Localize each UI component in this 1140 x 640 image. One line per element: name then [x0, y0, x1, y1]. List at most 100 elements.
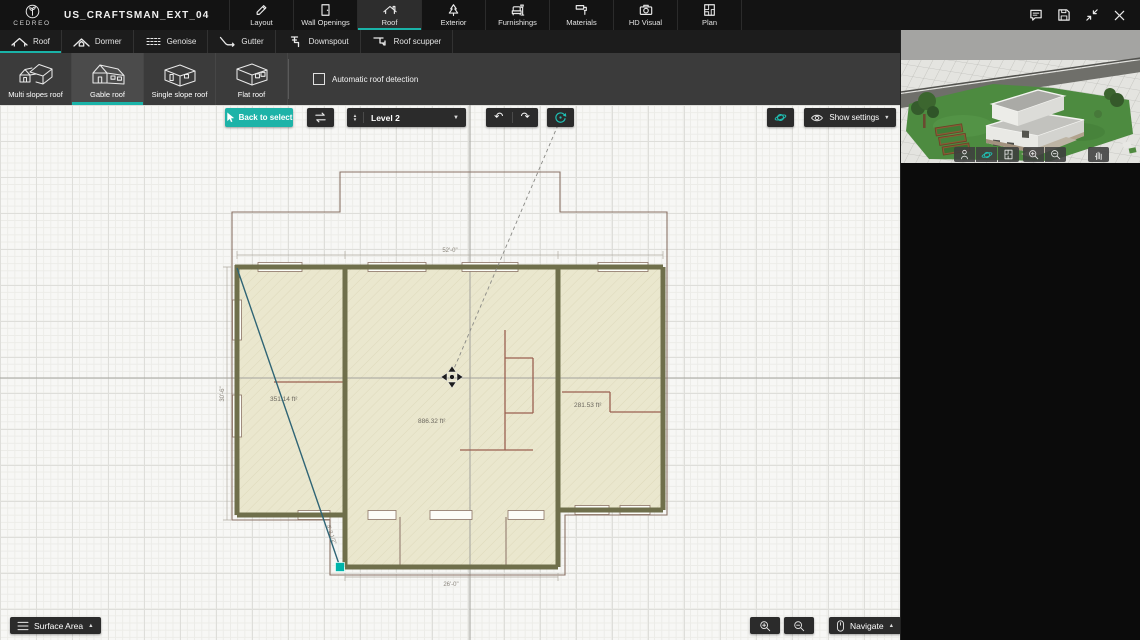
nav-tab-wall-openings[interactable]: Wall Openings — [293, 0, 357, 30]
preview-toolbar-zoom — [1023, 147, 1066, 162]
preview-toolbar-pan — [1088, 147, 1109, 162]
level-value: Level 2 — [371, 112, 400, 123]
collapse-icon — [1085, 9, 1098, 21]
zoom-out-icon — [794, 620, 805, 631]
room-fills — [237, 267, 663, 567]
dim-bottom: 26'-0" — [443, 582, 458, 588]
comment-button[interactable] — [1028, 8, 1043, 23]
preview-3d-scene — [901, 30, 1140, 163]
level-down-arrow[interactable]: ▼ — [353, 117, 357, 122]
cedreo-logo: CEDREO — [0, 0, 64, 30]
gutter-icon — [220, 36, 236, 47]
nav-tab-exterior[interactable]: Exterior — [421, 0, 485, 30]
room-area-left: 351.14 ft² — [270, 396, 298, 403]
save-icon — [1057, 9, 1070, 21]
list-icon — [17, 621, 29, 630]
nav-tab-plan[interactable]: Plan — [677, 0, 742, 30]
orbit-3d-icon — [774, 113, 787, 122]
compass-rotate-icon — [555, 112, 567, 123]
plan-view-button[interactable] — [998, 147, 1019, 162]
tool-tab-gutter[interactable]: Gutter — [208, 30, 276, 53]
dormer-icon — [73, 38, 90, 47]
chevron-down-icon: ▼ — [453, 114, 459, 121]
preview-zoom-out-button[interactable] — [1045, 147, 1066, 162]
gable-house-icon — [91, 63, 125, 85]
preview-zoom-in-button[interactable] — [1023, 147, 1044, 162]
zoom-out-button[interactable] — [784, 617, 814, 634]
right-panel — [900, 0, 1140, 640]
roof-scupper-icon — [372, 37, 386, 46]
orbit-view-icon — [981, 151, 992, 158]
roof-icon — [382, 5, 397, 15]
single-slope-house-icon — [163, 63, 196, 87]
sofa-icon — [511, 4, 524, 16]
tool-tab-roof[interactable]: Roof — [0, 30, 62, 53]
redo-button[interactable]: ↷ — [513, 108, 539, 127]
roof-tool-tabs: Roof Dormer Genoise Gutter Downspout Roo… — [0, 30, 900, 53]
surface-area-button[interactable]: Surface Area ▲ — [10, 617, 101, 634]
undo-button[interactable]: ↶ — [486, 108, 512, 127]
zoom-out-icon — [1051, 150, 1061, 160]
person-icon — [961, 149, 968, 160]
nav-tab-materials[interactable]: Materials — [549, 0, 613, 30]
preview-toolbar-view — [954, 147, 1019, 162]
room-area-right: 281.53 ft² — [574, 402, 602, 409]
tree-icon — [448, 4, 459, 17]
roof-type-flat[interactable]: Flat roof — [216, 53, 288, 105]
collapse-button[interactable] — [1084, 8, 1099, 23]
main-nav: Layout Wall Openings Roof Exterior Furni… — [229, 0, 742, 30]
show-settings-button[interactable]: Show settings ▼ — [804, 108, 896, 127]
hand-icon — [1094, 151, 1102, 160]
room-area-middle: 886.32 ft² — [418, 418, 446, 425]
tool-tab-roof-scupper[interactable]: Roof scupper — [361, 30, 454, 53]
rotate-north-button[interactable] — [547, 108, 574, 127]
comment-icon — [1029, 9, 1042, 21]
roof-edge-drag-handle[interactable] — [335, 562, 345, 572]
chevron-down-icon: ▼ — [884, 114, 890, 121]
dim-top: 52'-0" — [442, 248, 457, 254]
floor-plan-drawing: 52'-0" 30'-6" 26'-0" 5'-3 1/2" 351.14 ft… — [0, 105, 900, 640]
cedreo-leaf-icon — [25, 4, 39, 18]
roof-type-multi-slopes[interactable]: Multi slopes roof — [0, 53, 72, 105]
tool-tab-dormer[interactable]: Dormer — [62, 30, 134, 53]
close-button[interactable] — [1112, 8, 1127, 23]
zoom-in-button[interactable] — [750, 617, 780, 634]
orbit-view-button[interactable] — [976, 147, 997, 162]
swap-arrows-icon — [315, 112, 326, 123]
multi-slopes-house-icon — [18, 63, 53, 85]
automatic-roof-detection-toggle[interactable]: Automatic roof detection — [313, 53, 418, 105]
flat-house-icon — [235, 62, 268, 86]
level-selector[interactable]: ▲ ▼ Level 2 ▼ — [347, 108, 466, 127]
roof-type-gable[interactable]: Gable roof — [72, 53, 144, 105]
sync-3d-view-button[interactable] — [767, 108, 794, 127]
floor-plan-canvas[interactable]: 52'-0" 30'-6" 26'-0" 5'-3 1/2" 351.14 ft… — [0, 105, 900, 640]
zoom-in-icon — [1029, 150, 1039, 160]
navigate-button[interactable]: Navigate ▲ — [829, 617, 900, 634]
tool-tab-genoise[interactable]: Genoise — [134, 30, 209, 53]
mouse-icon — [837, 619, 844, 632]
window-controls — [1028, 0, 1140, 30]
nav-tab-roof[interactable]: Roof — [357, 0, 421, 30]
paint-roller-icon — [575, 5, 587, 15]
nav-tab-layout[interactable]: Layout — [229, 0, 293, 30]
chevron-up-icon: ▲ — [88, 622, 94, 629]
tool-tab-downspout[interactable]: Downspout — [276, 30, 361, 53]
preview-3d[interactable] — [901, 30, 1140, 163]
automatic-roof-detection-checkbox[interactable] — [313, 73, 325, 85]
save-button[interactable] — [1056, 8, 1071, 23]
swap-levels-button[interactable] — [307, 108, 334, 127]
nav-tab-hd-visual[interactable]: HD Visual — [613, 0, 677, 30]
roof-type-single-slope[interactable]: Single slope roof — [144, 53, 216, 105]
pan-hand-button[interactable] — [1088, 147, 1109, 162]
walkthrough-button[interactable] — [954, 147, 975, 162]
dim-left: 30'-6" — [220, 386, 226, 401]
pencil-icon — [256, 5, 267, 15]
brand-name: CEDREO — [13, 19, 51, 27]
toolbar-divider — [288, 59, 289, 99]
close-icon — [1114, 10, 1125, 20]
nav-tab-furnishings[interactable]: Furnishings — [485, 0, 549, 30]
plan-sheet-icon — [1004, 149, 1013, 160]
downspout-icon — [290, 36, 299, 48]
back-to-select-button[interactable]: Back to select — [225, 108, 293, 127]
door-icon — [321, 4, 330, 16]
